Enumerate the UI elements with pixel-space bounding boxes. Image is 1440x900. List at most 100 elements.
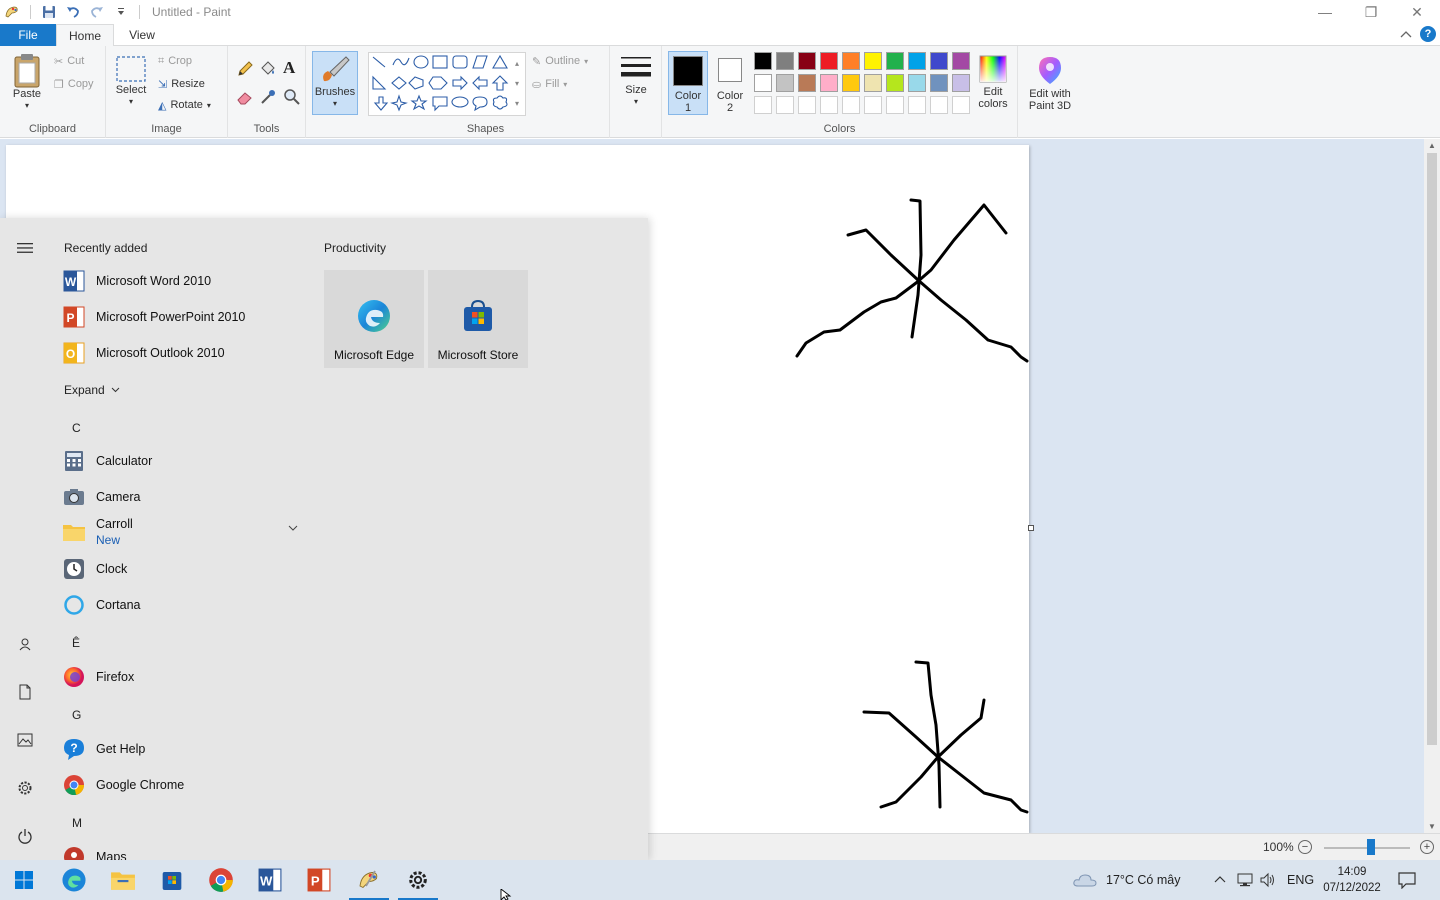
show-hidden-icons-chevron-icon[interactable] (1214, 873, 1226, 887)
palette-swatch[interactable] (908, 74, 926, 92)
zoom-slider-thumb[interactable] (1367, 839, 1376, 855)
palette-custom-slot[interactable] (952, 96, 970, 114)
palette-swatch[interactable] (820, 74, 838, 92)
start-button[interactable] (4, 864, 44, 896)
tile-microsoft-store[interactable]: Microsoft Store (428, 270, 528, 368)
palette-swatch[interactable] (842, 52, 860, 70)
palette-custom-slot[interactable] (908, 96, 926, 114)
palette-swatch[interactable] (842, 74, 860, 92)
volume-icon[interactable] (1259, 872, 1277, 891)
letter-heading-m[interactable]: M (72, 816, 82, 830)
save-icon[interactable] (39, 2, 59, 22)
minimize-button[interactable]: — (1302, 0, 1348, 24)
list-item-maps[interactable]: Maps (62, 842, 302, 860)
paint-app-icon[interactable] (2, 2, 22, 22)
canvas-resize-handle[interactable] (1028, 525, 1034, 531)
scroll-up-icon[interactable]: ▲ (1428, 141, 1436, 150)
palette-custom-slot[interactable] (886, 96, 904, 114)
scroll-down-icon[interactable]: ▼ (1428, 822, 1436, 831)
palette-custom-slot[interactable] (776, 96, 794, 114)
color-1-button[interactable]: Color 1 (668, 51, 708, 115)
fill-bucket-icon[interactable] (259, 60, 277, 81)
list-item-calculator[interactable]: Calculator (62, 446, 302, 476)
input-language[interactable]: ENG (1287, 873, 1314, 887)
list-item-get-help[interactable]: ? Get Help (62, 734, 302, 764)
taskbar-word[interactable]: W (250, 864, 290, 896)
redo-icon[interactable] (87, 2, 107, 22)
edit-colors-button[interactable]: Edit colors (974, 54, 1012, 110)
cut-button[interactable]: ✂ Cut (54, 51, 84, 71)
palette-swatch[interactable] (952, 74, 970, 92)
palette-swatch[interactable] (864, 74, 882, 92)
expand-button[interactable]: Expand (64, 383, 120, 397)
taskbar-store[interactable] (152, 864, 192, 896)
palette-custom-slot[interactable] (930, 96, 948, 114)
taskbar-paint[interactable] (349, 864, 389, 900)
fill-button[interactable]: ⛀ Fill ▾ (532, 74, 567, 94)
palette-swatch[interactable] (864, 52, 882, 70)
tab-view[interactable]: View (114, 24, 170, 46)
palette-custom-slot[interactable] (798, 96, 816, 114)
palette-swatch[interactable] (798, 52, 816, 70)
notification-center-icon[interactable] (1398, 871, 1416, 892)
rotate-button[interactable]: ◭ Rotate ▾ (158, 95, 211, 115)
palette-swatch[interactable] (776, 52, 794, 70)
shapes-gallery[interactable] (368, 52, 526, 116)
palette-swatch[interactable] (776, 74, 794, 92)
shapes-scroll-icons[interactable]: ▴ ▾ ▾ (515, 54, 519, 114)
taskbar-settings[interactable] (398, 864, 438, 900)
taskbar-edge[interactable] (54, 864, 94, 896)
collapse-ribbon-icon[interactable] (1400, 27, 1412, 41)
list-item-google-chrome[interactable]: Google Chrome (62, 770, 302, 800)
taskbar-powerpoint[interactable]: P (299, 864, 339, 896)
copy-button[interactable]: ❐ Copy (54, 74, 94, 94)
color-picker-icon[interactable] (259, 88, 277, 109)
letter-heading-e[interactable]: Ê (72, 636, 80, 650)
network-icon[interactable] (1236, 872, 1254, 891)
tab-home[interactable]: Home (56, 24, 114, 47)
list-item-carroll[interactable]: Carroll New (62, 514, 302, 550)
restore-button[interactable]: ❐ (1348, 0, 1394, 24)
letter-heading-c[interactable]: C (72, 421, 81, 435)
palette-swatch[interactable] (886, 74, 904, 92)
list-item-outlook[interactable]: O Microsoft Outlook 2010 (62, 338, 302, 368)
user-account-icon[interactable] (15, 634, 35, 654)
help-icon[interactable]: ? (1420, 26, 1436, 42)
settings-gear-icon[interactable] (15, 778, 35, 798)
palette-swatch[interactable] (754, 52, 772, 70)
palette-swatch[interactable] (952, 52, 970, 70)
palette-swatch[interactable] (930, 74, 948, 92)
brushes-button[interactable]: Brushes ▾ (312, 51, 358, 115)
palette-swatch[interactable] (754, 74, 772, 92)
list-item-camera[interactable]: Camera (62, 482, 302, 512)
list-item-clock[interactable]: Clock (62, 554, 302, 584)
documents-icon[interactable] (15, 682, 35, 702)
list-item-word[interactable]: W Microsoft Word 2010 (62, 266, 302, 296)
outline-button[interactable]: ✎ Outline ▾ (532, 51, 588, 71)
color-2-button[interactable]: Color 2 (712, 55, 748, 114)
size-button[interactable]: Size ▾ (618, 54, 654, 108)
taskbar-chrome[interactable] (201, 864, 241, 896)
resize-button[interactable]: ⇲ Resize (158, 74, 205, 94)
paste-button[interactable]: Paste ▾ (8, 52, 46, 112)
pencil-icon[interactable] (236, 60, 254, 81)
customize-qat-icon[interactable] (111, 2, 131, 22)
palette-custom-slot[interactable] (754, 96, 772, 114)
close-button[interactable]: ✕ (1394, 0, 1440, 24)
chevron-down-icon[interactable] (288, 520, 298, 534)
palette-custom-slot[interactable] (864, 96, 882, 114)
taskbar-clock[interactable]: 14:09 07/12/2022 (1318, 864, 1386, 896)
vertical-scrollbar[interactable]: ▲ ▼ (1424, 139, 1440, 833)
palette-swatch[interactable] (886, 52, 904, 70)
weather-cloud-icon[interactable] (1072, 872, 1098, 891)
palette-swatch[interactable] (908, 52, 926, 70)
eraser-icon[interactable] (236, 88, 254, 109)
power-icon[interactable] (15, 826, 35, 846)
list-item-firefox[interactable]: Firefox (62, 662, 302, 692)
letter-heading-g[interactable]: G (72, 708, 81, 722)
tab-file[interactable]: File (0, 24, 56, 46)
tile-microsoft-edge[interactable]: Microsoft Edge (324, 270, 424, 368)
undo-icon[interactable] (63, 2, 83, 22)
taskbar-file-explorer[interactable] (103, 864, 143, 896)
weather-text[interactable]: 17°C Có mây (1106, 873, 1180, 887)
